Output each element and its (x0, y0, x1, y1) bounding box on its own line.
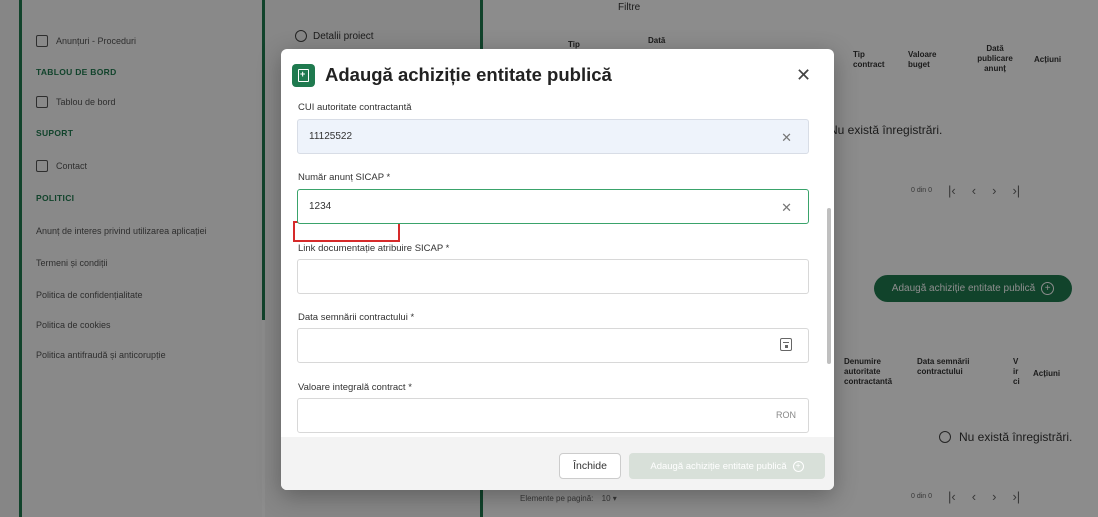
currency-unit: RON (776, 410, 796, 420)
value-label: Valoare integrală contract * (298, 382, 412, 393)
sicap-link-field[interactable] (297, 259, 809, 294)
sicap-number-field[interactable]: 1234 ✕ (297, 189, 809, 224)
cui-value: 11125522 (309, 131, 353, 142)
modal-title: Adaugă achiziție entitate publică (325, 64, 612, 85)
date-label: Data semnării contractului * (298, 312, 415, 323)
close-button[interactable]: Închide (559, 453, 621, 479)
plus-circle-icon: + (792, 460, 804, 472)
sicap-value: 1234 (309, 201, 332, 212)
modal-body: CUI autoritate contractantă 11125522 ✕ N… (281, 103, 834, 437)
close-icon[interactable]: ✕ (796, 65, 811, 86)
contract-value-field[interactable]: RON (297, 398, 809, 433)
highlight-box (293, 221, 400, 242)
contract-date-field[interactable] (297, 328, 809, 363)
sicap-label: Număr anunț SICAP * (298, 172, 391, 183)
submit-button[interactable]: Adaugă achiziție entitate publică + (629, 453, 825, 479)
modal-footer: Închide Adaugă achiziție entitate public… (281, 437, 834, 490)
modal-header: Adaugă achiziție entitate publică ✕ (281, 49, 834, 103)
submit-label: Adaugă achiziție entitate publică (650, 460, 787, 472)
add-document-icon (292, 64, 315, 87)
calendar-icon[interactable] (780, 338, 792, 351)
clear-icon[interactable]: ✕ (781, 130, 792, 146)
modal-scrollbar[interactable] (827, 208, 831, 364)
cui-label: CUI autoritate contractantă (298, 103, 412, 113)
clear-icon[interactable]: ✕ (781, 200, 792, 216)
cui-field[interactable]: 11125522 ✕ (297, 119, 809, 154)
link-label: Link documentație atribuire SICAP * (298, 243, 450, 254)
add-acquisition-modal: Adaugă achiziție entitate publică ✕ CUI … (281, 49, 834, 490)
